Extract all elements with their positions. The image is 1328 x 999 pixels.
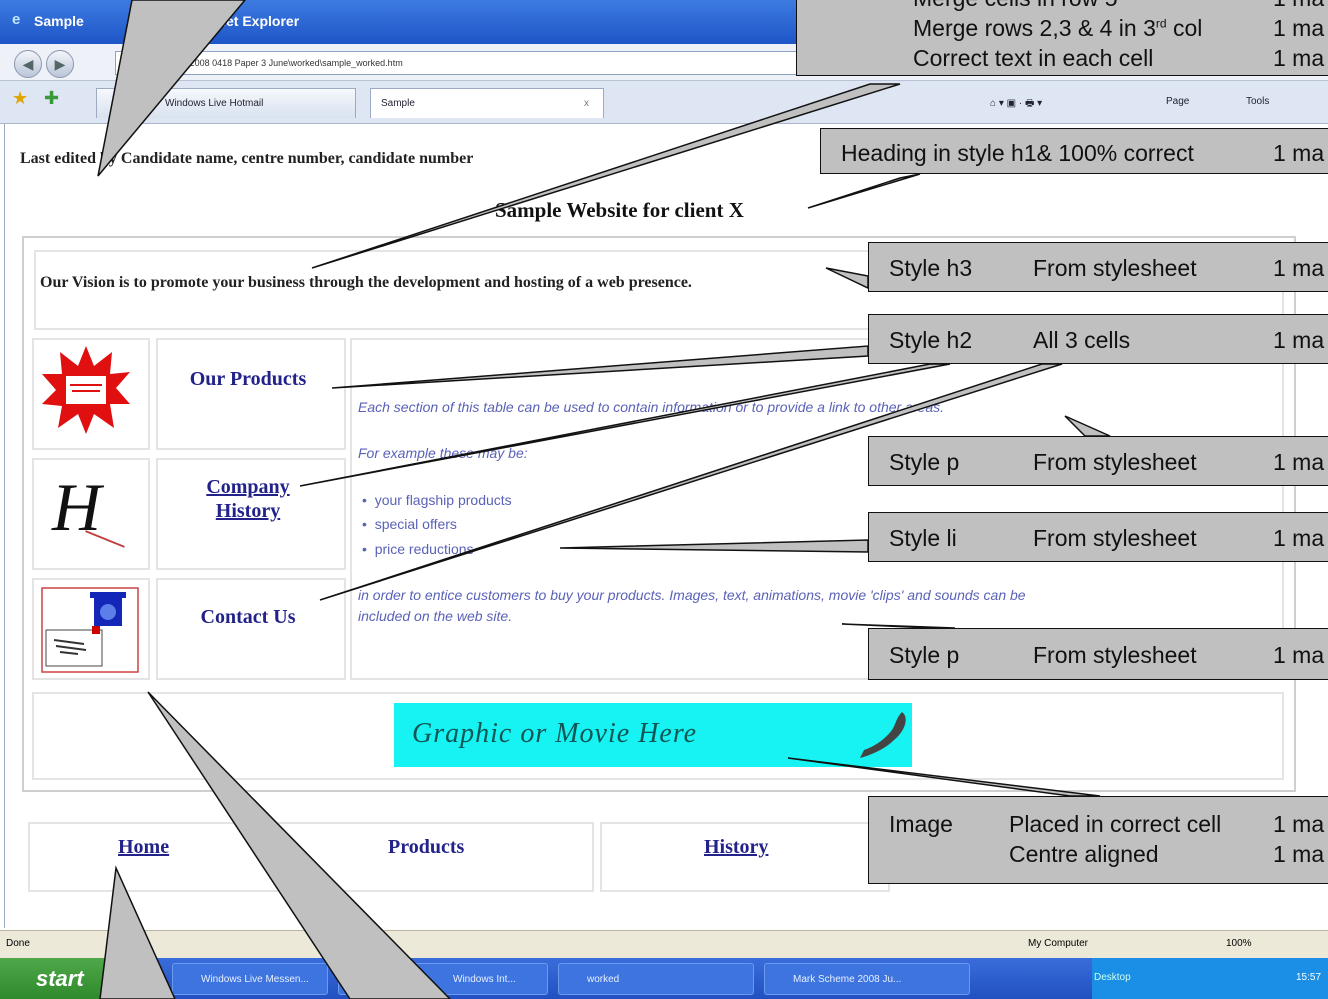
arrow-h3: [825, 267, 869, 290]
arrow-bottom-middle: [147, 691, 452, 999]
callout-p1: Style p From stylesheet 1 ma: [868, 436, 1328, 486]
callout-merge: Merge cells in row 5 1 ma Merge rows 2,3…: [796, 0, 1328, 76]
callout-h2: Style h2 All 3 cells 1 ma: [868, 314, 1328, 364]
callout-p2: Style p From stylesheet 1 ma: [868, 628, 1328, 680]
arrow-vision: [311, 83, 901, 269]
callout-li: Style li From stylesheet 1 ma: [868, 512, 1328, 562]
arrow-top-left: [97, 0, 246, 177]
arrow-heading: [807, 173, 921, 209]
callout-merge-line2: Merge rows 2,3 & 4 in 3rd col: [913, 15, 1203, 41]
callout-heading: Heading in style h1& 100% correct 1 ma: [820, 128, 1328, 174]
arrow-image: [787, 757, 1101, 797]
arrow-bottom-left: [99, 865, 176, 999]
arrow-h2-a: [331, 345, 869, 389]
callout-h3: Style h3 From stylesheet 1 ma: [868, 242, 1328, 292]
arrow-li: [559, 539, 869, 553]
arrow-p1: [1064, 415, 1111, 437]
callout-image: Image Placed in correct cell Centre alig…: [868, 796, 1328, 884]
